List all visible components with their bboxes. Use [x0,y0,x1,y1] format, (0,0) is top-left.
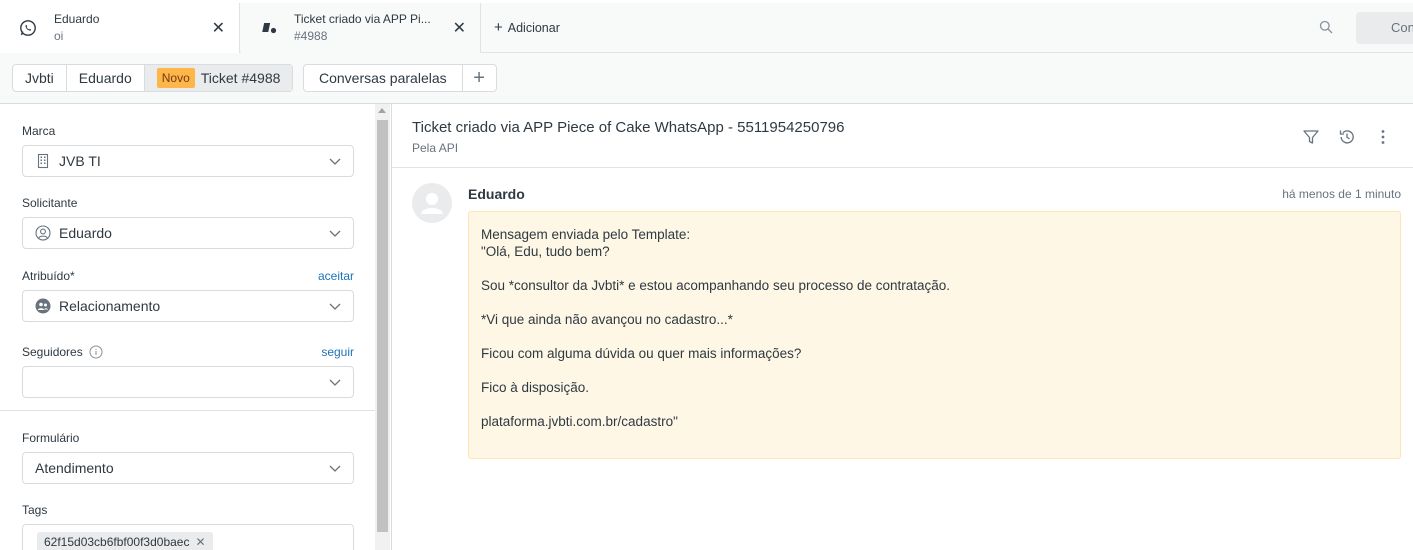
chevron-down-icon [329,465,341,472]
close-icon[interactable]: ✕ [453,18,466,38]
scrollbar-thumb[interactable] [377,120,388,532]
history-icon[interactable] [1338,128,1356,146]
tab-bar: Eduardo oi ✕ Ticket criado via APP Pi...… [0,3,1413,53]
message-spacer [481,294,1388,311]
requester-select[interactable]: Eduardo [22,217,354,249]
followers-label: Seguidores [22,345,83,359]
requester-value: Eduardo [59,225,112,241]
message-line: Sou *consultor da Jvbti* e estou acompan… [481,278,951,293]
message-timestamp: há menos de 1 minuto [1282,187,1401,201]
chevron-down-icon [329,379,341,386]
breadcrumb-ticket-label: Ticket #4988 [200,70,281,86]
add-tab-label: Adicionar [507,20,560,35]
avatar[interactable] [412,183,452,223]
message-line: Ficou com alguma dúvida ou quer mais inf… [481,346,802,361]
message-line: Mensagem enviada pelo Template: [481,227,691,242]
form-label: Formulário [22,431,80,445]
ticket-properties-panel: Marca JVB TI Solicitante Eduardo Atribuí… [0,104,392,550]
breadcrumb: Jvbti Eduardo Novo Ticket #4988 [12,64,294,92]
tab-ticket[interactable]: Ticket criado via APP Pi... #4988 ✕ [241,3,481,53]
message-line: plataforma.jvbti.com.br/cadastro" [481,414,678,429]
sidebar-scrollbar[interactable] [375,104,390,550]
tab-subtitle: oi [54,29,64,43]
ticket-icon [262,23,277,34]
side-conversations-button[interactable]: Conversas paralelas [304,65,463,91]
group-icon [35,298,51,314]
brand-select[interactable]: JVB TI [22,145,354,177]
breadcrumb-requester[interactable]: Eduardo [67,65,145,91]
remove-tag-icon[interactable]: ✕ [195,535,205,549]
form-select[interactable]: Atendimento [22,452,354,484]
chevron-down-icon [329,158,341,165]
breadcrumb-ticket[interactable]: Novo Ticket #4988 [144,65,293,91]
breadcrumb-organization[interactable]: Jvbti [13,65,67,91]
plus-icon: + [494,19,503,36]
brand-label: Marca [22,124,56,138]
message-line: *Vi que ainda não avançou no cadastro...… [481,312,733,327]
chevron-down-icon [329,230,341,237]
message-line: Fico à disposição. [481,380,590,395]
requester-field: Solicitante Eduardo [22,196,354,249]
divider [0,410,375,411]
conversation-panel: Ticket criado via APP Piece of Cake What… [392,104,1413,550]
followers-label-group: Seguidores [22,345,103,359]
message-spacer [481,362,1388,379]
message-spacer [481,328,1388,345]
message-line: "Olá, Edu, tudo bem? [481,244,610,259]
conversation-header: Ticket criado via APP Piece of Cake What… [392,104,1413,168]
brand-value: JVB TI [59,153,101,169]
user-avatar-icon [421,193,443,214]
assignee-select[interactable]: Relacionamento [22,290,354,322]
side-conversations-group: Conversas paralelas + [303,64,497,92]
more-options-icon[interactable] [1374,128,1392,146]
tab-whatsapp-conversation[interactable]: Eduardo oi ✕ [0,3,240,53]
message-body: Mensagem enviada pelo Template: "Olá, Edu… [468,211,1401,459]
accept-link[interactable]: aceitar [318,269,354,283]
tags-label: Tags [22,503,48,517]
add-tab-button[interactable]: + Adicionar [494,19,560,36]
search-icon[interactable] [1319,20,1333,34]
followers-field: Seguidores seguir [22,345,354,398]
tags-input[interactable]: 62f15d03cb6fbf00f3d0baec ✕ [22,524,354,550]
tab-title: Eduardo [54,12,100,26]
top-action-button[interactable]: Con [1356,12,1413,44]
building-icon [37,153,49,169]
ticket-title[interactable]: Ticket criado via APP Piece of Cake What… [412,119,844,136]
chevron-down-icon [329,303,341,310]
close-icon[interactable]: ✕ [212,18,225,38]
tab-title: Ticket criado via APP Pi... [294,12,431,26]
tag-chip: 62f15d03cb6fbf00f3d0baec ✕ [37,532,213,550]
tab-subtitle: #4988 [294,29,328,43]
assignee-field: Atribuído* aceitar Relacionamento [22,269,354,322]
form-value: Atendimento [35,460,114,476]
info-icon[interactable] [89,345,103,359]
message-spacer [481,260,1388,277]
brand-field: Marca JVB TI [22,124,354,177]
follow-link[interactable]: seguir [321,345,354,359]
message-spacer [481,396,1388,413]
filter-icon[interactable] [1302,128,1320,146]
requester-label: Solicitante [22,196,78,210]
status-badge: Novo [156,68,195,88]
assignee-label: Atribuído* [22,269,75,283]
message-author[interactable]: Eduardo [468,186,525,202]
scroll-up-icon[interactable] [378,108,386,113]
breadcrumb-bar: Jvbti Eduardo Novo Ticket #4988 Conversa… [0,53,1413,104]
form-field: Formulário Atendimento [22,431,354,484]
user-icon [35,225,51,241]
whatsapp-icon [20,20,36,36]
ticket-channel: Pela API [412,141,459,155]
assignee-value: Relacionamento [59,298,161,314]
followers-input[interactable] [22,366,354,398]
tags-field: Tags 62f15d03cb6fbf00f3d0baec ✕ [22,503,354,550]
add-side-conversation-button[interactable]: + [463,65,496,91]
tag-label: 62f15d03cb6fbf00f3d0baec [44,535,190,549]
